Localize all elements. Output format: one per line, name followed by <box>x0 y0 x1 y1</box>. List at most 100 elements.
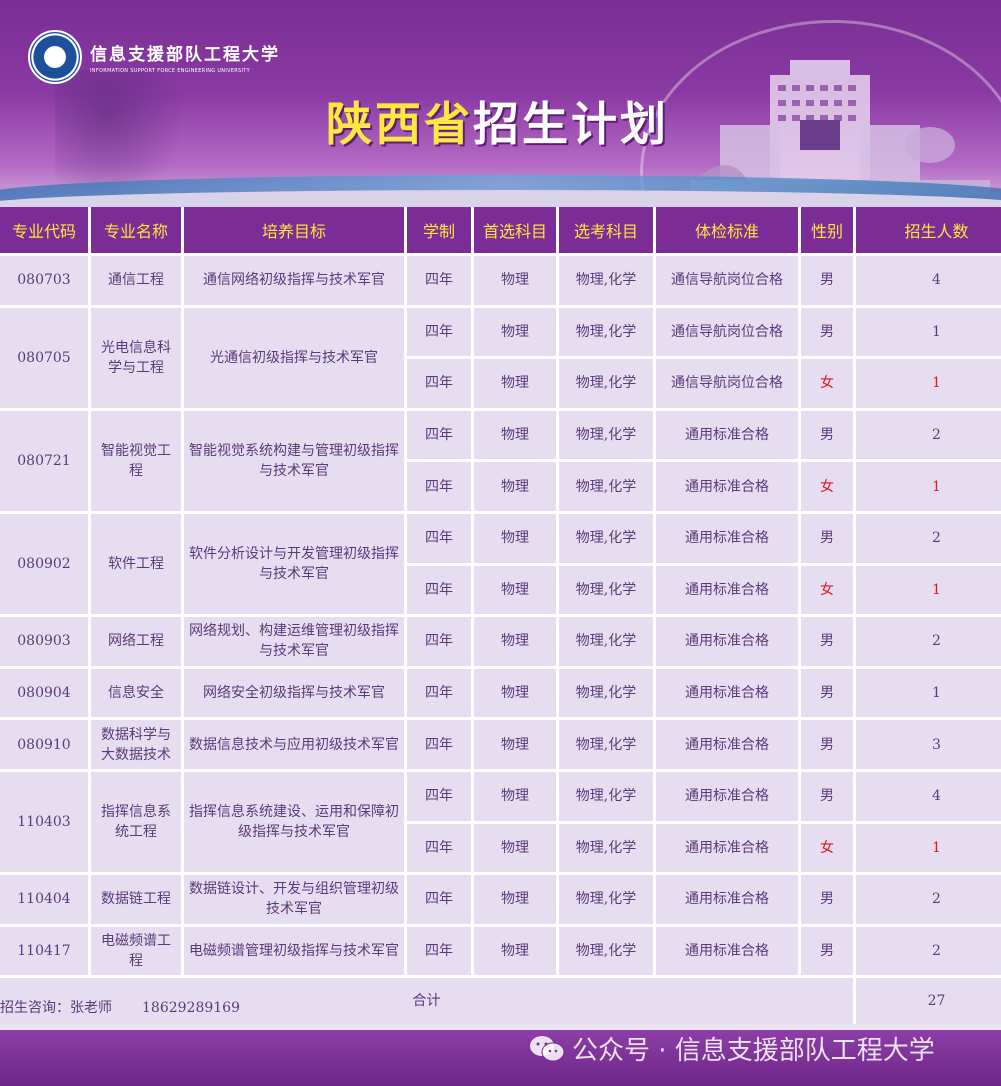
major-code-cell: 110417 <box>0 926 88 976</box>
quota-cell: 1 <box>856 823 1001 873</box>
gender-cell: 女 <box>801 462 853 511</box>
gender-cell: 女 <box>801 359 853 408</box>
contact-label: 招生咨询：张老师 <box>0 1000 112 1016</box>
quota-cell: 1 <box>856 565 1001 615</box>
gender-cell: 女 <box>801 565 853 615</box>
column-header: 培养目标 <box>184 207 404 253</box>
major-code-cell: 080910 <box>0 720 88 769</box>
enrollment-plan-table: 专业代码 专业名称 培养目标 学制 首选科目 选考科目 体检标准 性别 招生人数 080703 通信… <box>0 207 1001 1025</box>
first-subject-cell: 物理 <box>474 565 556 615</box>
training-goal-cell: 网络安全初级指挥与技术军官 <box>184 668 404 718</box>
major-name-cell: 电磁频谱工程 <box>91 926 181 976</box>
first-subject-cell: 物理 <box>474 359 556 408</box>
first-subject-cell: 物理 <box>474 307 556 357</box>
gender-cell: 男 <box>801 617 853 666</box>
major-name-cell: 信息安全 <box>91 668 181 718</box>
training-goal-cell: 数据链设计、开发与组织管理初级技术军官 <box>184 875 404 924</box>
first-subject-cell: 物理 <box>474 410 556 460</box>
optional-subject-cell: 物理,化学 <box>559 565 653 615</box>
gender-cell: 男 <box>801 720 853 769</box>
quota-cell: 1 <box>856 307 1001 357</box>
gender-cell: 男 <box>801 668 853 718</box>
major-code-cell: 080703 <box>0 256 88 305</box>
major-code-cell: 110404 <box>0 875 88 924</box>
duration-cell: 四年 <box>407 307 471 357</box>
gender-cell: 男 <box>801 771 853 821</box>
contact-phone: 18629289169 <box>142 1000 240 1016</box>
medical-standard-cell: 通用标准合格 <box>656 926 798 976</box>
first-subject-cell: 物理 <box>474 720 556 769</box>
training-goal-cell: 网络规划、构建运维管理初级指挥与技术军官 <box>184 617 404 666</box>
major-name-cell: 数据科学与大数据技术 <box>91 720 181 769</box>
major-code-cell: 080904 <box>0 668 88 718</box>
campus-building-illustration <box>690 60 990 195</box>
major-code-cell: 080902 <box>0 513 88 615</box>
quota-cell: 1 <box>856 462 1001 511</box>
gender-cell: 男 <box>801 307 853 357</box>
gender-cell: 男 <box>801 875 853 924</box>
quota-cell: 2 <box>856 875 1001 924</box>
optional-subject-cell: 物理,化学 <box>559 307 653 357</box>
duration-cell: 四年 <box>407 823 471 873</box>
duration-cell: 四年 <box>407 926 471 976</box>
column-header: 专业代码 <box>0 207 88 253</box>
optional-subject-cell: 物理,化学 <box>559 410 653 460</box>
training-goal-cell: 光通信初级指挥与技术军官 <box>184 307 404 408</box>
medical-standard-cell: 通信导航岗位合格 <box>656 359 798 408</box>
training-goal-cell: 通信网络初级指挥与技术军官 <box>184 256 404 305</box>
medical-standard-cell: 通用标准合格 <box>656 771 798 821</box>
wechat-icon <box>530 1035 565 1061</box>
medical-standard-cell: 通用标准合格 <box>656 565 798 615</box>
medical-standard-cell: 通用标准合格 <box>656 617 798 666</box>
first-subject-cell: 物理 <box>474 771 556 821</box>
university-name-en: INFORMATION SUPPORT FORCE ENGINEERING UN… <box>90 68 251 74</box>
training-goal-cell: 数据信息技术与应用初级技术军官 <box>184 720 404 769</box>
optional-subject-cell: 物理,化学 <box>559 617 653 666</box>
gender-cell: 男 <box>801 256 853 305</box>
quota-cell: 2 <box>856 617 1001 666</box>
major-code-cell: 080721 <box>0 410 88 511</box>
duration-cell: 四年 <box>407 617 471 666</box>
first-subject-cell: 物理 <box>474 513 556 563</box>
university-logo-block: 信息支援部队工程大学 INFORMATION SUPPORT FORCE ENG… <box>28 30 280 84</box>
quota-cell: 4 <box>856 256 1001 305</box>
column-header: 体检标准 <box>656 207 798 253</box>
column-header: 专业名称 <box>91 207 181 253</box>
duration-cell: 四年 <box>407 410 471 460</box>
wechat-watermark: 公众号 · 信息支援部队工程大学 <box>528 1030 935 1067</box>
watermark-text: 公众号 · 信息支援部队工程大学 <box>572 1036 935 1066</box>
page-header: 信息支援部队工程大学 INFORMATION SUPPORT FORCE ENG… <box>0 0 1001 207</box>
medical-standard-cell: 通信导航岗位合格 <box>656 307 798 357</box>
quota-cell: 1 <box>856 668 1001 718</box>
optional-subject-cell: 物理,化学 <box>559 462 653 511</box>
training-goal-cell: 指挥信息系统建设、运用和保障初级指挥与技术军官 <box>184 771 404 873</box>
duration-cell: 四年 <box>407 359 471 408</box>
column-header: 学制 <box>407 207 471 253</box>
major-name-cell: 数据链工程 <box>91 875 181 924</box>
title-province: 陕西省 <box>326 97 473 151</box>
major-code-cell: 110403 <box>0 771 88 873</box>
major-code-cell: 080903 <box>0 617 88 666</box>
quota-cell: 4 <box>856 771 1001 821</box>
medical-standard-cell: 通用标准合格 <box>656 875 798 924</box>
page-title: 陕西省招生计划 <box>326 88 669 154</box>
column-header: 选考科目 <box>559 207 653 253</box>
training-goal-cell: 软件分析设计与开发管理初级指挥与技术军官 <box>184 513 404 615</box>
medical-standard-cell: 通用标准合格 <box>656 720 798 769</box>
duration-cell: 四年 <box>407 668 471 718</box>
quota-cell: 1 <box>856 359 1001 408</box>
optional-subject-cell: 物理,化学 <box>559 513 653 563</box>
duration-cell: 四年 <box>407 256 471 305</box>
medical-standard-cell: 通用标准合格 <box>656 513 798 563</box>
gender-cell: 女 <box>801 823 853 873</box>
optional-subject-cell: 物理,化学 <box>559 771 653 821</box>
quota-cell: 2 <box>856 513 1001 563</box>
optional-subject-cell: 物理,化学 <box>559 720 653 769</box>
medical-standard-cell: 通用标准合格 <box>656 668 798 718</box>
first-subject-cell: 物理 <box>474 617 556 666</box>
duration-cell: 四年 <box>407 565 471 615</box>
column-header: 首选科目 <box>474 207 556 253</box>
major-name-cell: 网络工程 <box>91 617 181 666</box>
first-subject-cell: 物理 <box>474 875 556 924</box>
optional-subject-cell: 物理,化学 <box>559 256 653 305</box>
